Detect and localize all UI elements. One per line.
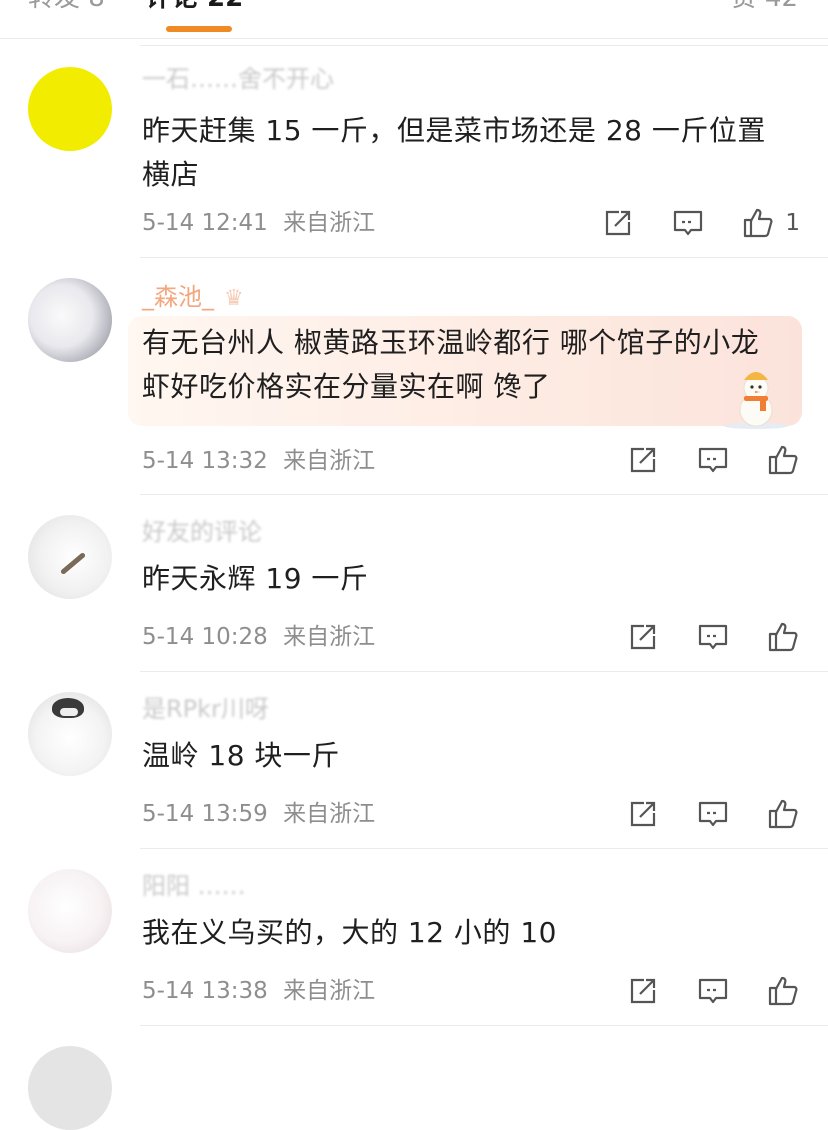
reply-icon [698,978,728,1004]
comment-text: 有无台州人 椒黄路玉环温岭都行 哪个馆子的小龙虾好吃价格实在分量实在啊 馋了 [142,326,760,403]
like-button[interactable]: 1 [741,206,800,240]
share-icon [606,210,631,236]
comment-text: 昨天赶集 15 一斤，但是菜市场还是 28 一斤位置横店 [142,114,766,191]
comment-meta: 5-14 13:59 来自浙江 [142,799,375,829]
comment-username[interactable]: _森池_ ♛ [142,282,244,314]
avatar[interactable] [28,692,112,776]
like-button[interactable] [766,974,800,1008]
tab-repost[interactable]: 转发 8 [28,0,105,14]
comment-location: 来自浙江 [283,624,376,650]
like-icon [768,445,798,475]
avatar[interactable] [28,278,112,362]
comment-meta: 5-14 13:38 来自浙江 [142,976,375,1006]
comment-actions: 1 [565,206,800,240]
comment-location: 来自浙江 [283,978,376,1004]
tab-comment[interactable]: 评论 22 [146,0,243,14]
share-icon [630,801,656,827]
like-button[interactable] [766,443,800,477]
comment-username[interactable]: 是RPkr川呀 [142,694,269,724]
divider [140,494,828,495]
reply-icon [698,801,728,827]
comment-actions [590,443,800,477]
comment-time: 5-14 10:28 [142,624,268,650]
share-button[interactable] [601,206,635,240]
like-icon [768,976,798,1006]
comment-location: 来自浙江 [283,210,376,236]
share-icon [630,978,656,1004]
like-icon [768,799,798,829]
avatar[interactable] [28,67,112,151]
comment-actions [590,620,800,654]
like-icon [768,622,798,652]
like-count: 1 [785,210,800,236]
share-icon [630,447,656,473]
comment-actions [590,797,800,831]
share-button[interactable] [626,443,660,477]
reply-icon [698,624,728,650]
like-button[interactable] [766,620,800,654]
divider [140,45,828,46]
reply-button[interactable] [696,797,730,831]
comment-meta: 5-14 10:28 来自浙江 [142,622,375,652]
share-button[interactable] [626,974,660,1008]
reply-button[interactable] [671,206,705,240]
comment-text: 昨天永辉 19 一斤 [142,562,369,595]
reply-button[interactable] [696,443,730,477]
comment-meta: 5-14 13:32 来自浙江 [142,446,375,476]
comment-meta: 5-14 12:41 来自浙江 [142,208,375,238]
comment-time: 5-14 13:59 [142,801,268,827]
comment-tab-bar: 转发 8 评论 22 赞 42 [0,0,828,39]
comment-username[interactable]: 一石……舍不开心 [142,64,334,94]
avatar[interactable] [28,1046,112,1130]
reply-button[interactable] [696,974,730,1008]
comment-time: 5-14 13:32 [142,448,268,474]
reply-icon [674,210,703,236]
reply-button[interactable] [696,620,730,654]
reply-icon [698,447,728,473]
divider [140,671,828,672]
share-button[interactable] [626,620,660,654]
comment-time: 5-14 13:38 [142,978,268,1004]
like-icon [744,208,773,238]
tab-like[interactable]: 赞 42 [731,0,798,14]
comment-text: 我在义乌买的，大的 12 小的 10 [142,916,557,949]
comment-text: 温岭 18 块一斤 [142,739,340,772]
active-tab-indicator [166,26,232,32]
comment-username[interactable]: 阳阳 …… [142,871,246,901]
comment-actions [590,974,800,1008]
divider [140,257,828,258]
avatar[interactable] [28,515,112,599]
username-text: _森池_ [142,283,214,311]
comment-location: 来自浙江 [283,448,376,474]
divider [140,848,828,849]
avatar[interactable] [28,869,112,953]
like-button[interactable] [766,797,800,831]
share-icon [630,624,656,650]
share-button[interactable] [626,797,660,831]
comment-time: 5-14 12:41 [142,210,268,236]
comment-location: 来自浙江 [283,801,376,827]
crown-icon: ♛ [224,286,244,311]
comment-username[interactable]: 好友的评论 [142,517,262,547]
divider [140,1025,828,1026]
